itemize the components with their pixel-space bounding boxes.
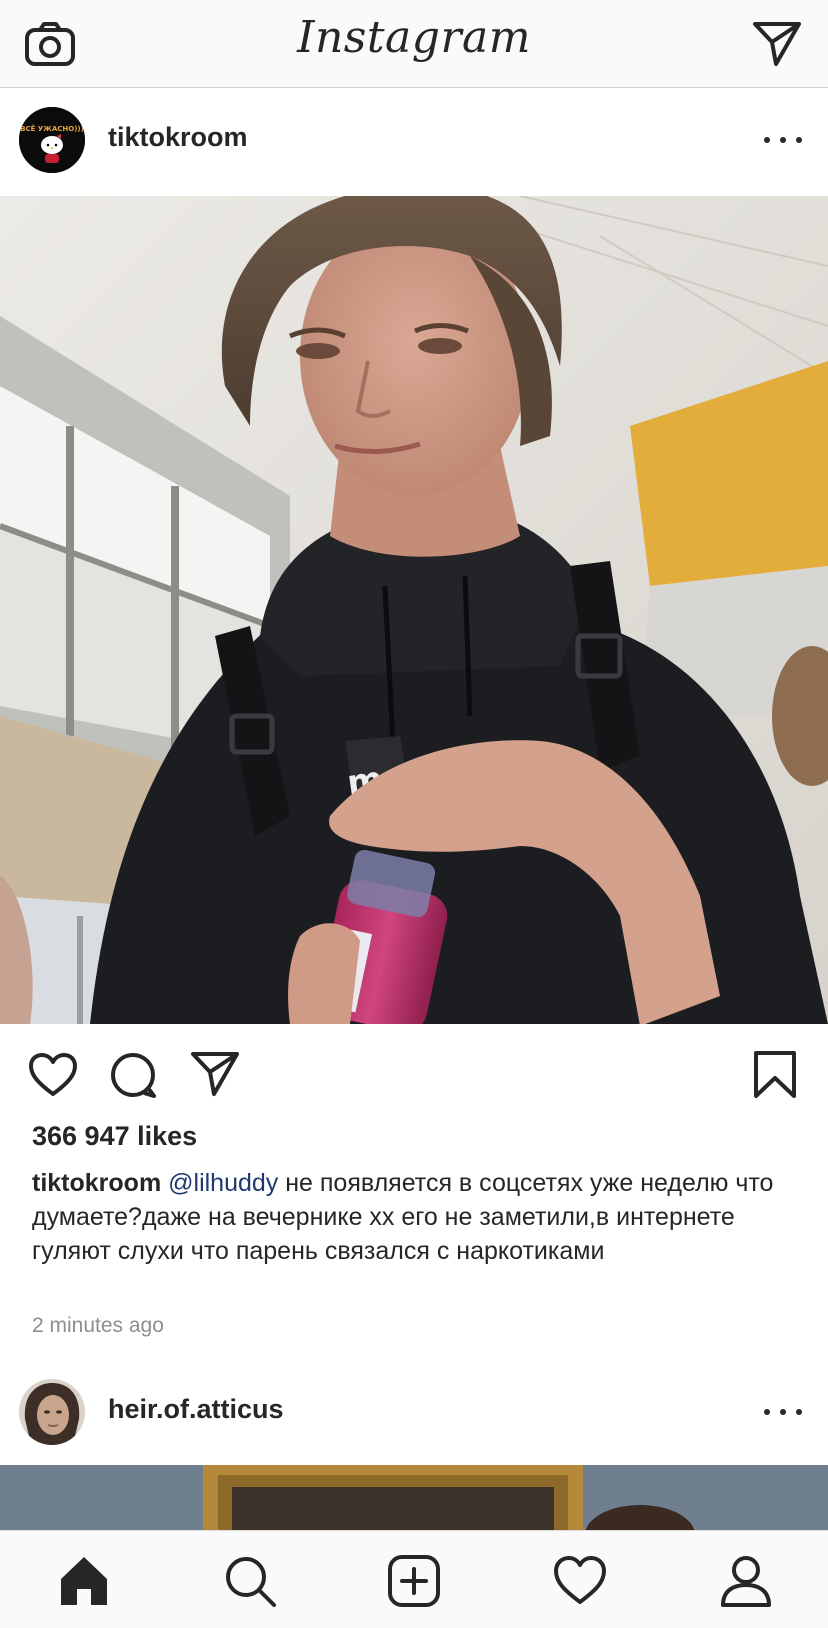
- share-icon[interactable]: [190, 1050, 240, 1098]
- direct-message-icon[interactable]: [752, 20, 802, 68]
- profile-icon[interactable]: [718, 1553, 774, 1609]
- post-header: heir.of.atticus: [0, 1360, 828, 1464]
- bookmark-icon[interactable]: [752, 1050, 798, 1100]
- caption-username[interactable]: tiktokroom: [32, 1169, 161, 1197]
- heart-icon[interactable]: [28, 1052, 78, 1098]
- post-photo[interactable]: me: [0, 196, 828, 1024]
- activity-heart-icon[interactable]: [552, 1553, 608, 1609]
- post-caption: tiktokroom @lilhuddy не появляется в соц…: [32, 1166, 802, 1268]
- post-header: ВСЁ УЖАСНО))) tiktokroom: [0, 88, 828, 192]
- new-post-icon[interactable]: [386, 1553, 442, 1609]
- post-username[interactable]: tiktokroom: [108, 122, 248, 153]
- post-username[interactable]: heir.of.atticus: [108, 1394, 284, 1425]
- avatar[interactable]: ВСЁ УЖАСНО))): [19, 107, 85, 173]
- caption-mention[interactable]: @lilhuddy: [168, 1169, 278, 1197]
- post-timestamp: 2 minutes ago: [32, 1314, 164, 1337]
- home-icon[interactable]: [56, 1553, 112, 1609]
- comment-icon[interactable]: [108, 1050, 158, 1100]
- post-actions: [0, 1024, 828, 1120]
- bottom-tab-bar: [0, 1530, 828, 1628]
- post-photo[interactable]: [0, 1465, 828, 1530]
- avatar[interactable]: [19, 1379, 85, 1445]
- likes-count[interactable]: 366 947 likes: [32, 1121, 197, 1152]
- top-navigation-bar: Instagram: [0, 0, 828, 88]
- avatar-text: ВСЁ УЖАСНО))): [20, 124, 84, 133]
- search-icon[interactable]: [222, 1553, 278, 1609]
- more-options-icon[interactable]: [764, 126, 802, 154]
- more-options-icon[interactable]: [764, 1398, 802, 1426]
- app-logo: Instagram: [297, 12, 531, 63]
